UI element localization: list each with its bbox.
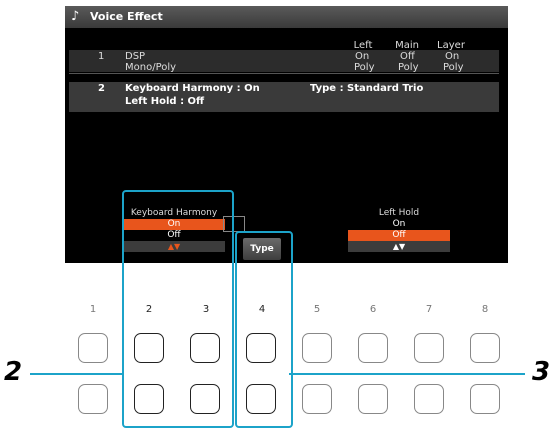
button-8-lower[interactable] [470, 384, 500, 414]
button-1-upper[interactable] [78, 333, 108, 363]
callout-line-right [289, 373, 525, 375]
button-number-2: 2 [145, 304, 153, 315]
dsp-layer: On [445, 51, 460, 62]
dsp-left: On [355, 51, 370, 62]
mono-layer: Poly [443, 62, 464, 73]
callout-number-left: 2 [4, 357, 23, 387]
button-4-upper[interactable] [246, 333, 276, 363]
button-5-lower[interactable] [302, 384, 332, 414]
button-7-lower[interactable] [414, 384, 444, 414]
row2-number: 2 [98, 83, 105, 94]
callout-line-left [30, 373, 124, 375]
button-number-8: 8 [481, 304, 489, 315]
button-2-upper[interactable] [134, 333, 164, 363]
voice-effect-icon: ♪ [71, 9, 80, 24]
dsp-label: DSP [125, 51, 146, 62]
button-8-upper[interactable] [470, 333, 500, 363]
title-bar: ♪ Voice Effect [65, 6, 508, 28]
dsp-main: Off [400, 51, 415, 62]
mono-poly-label: Mono/Poly [125, 62, 177, 73]
button-3-lower[interactable] [190, 384, 220, 414]
callout-number-right: 3 [532, 357, 551, 387]
button-2-lower[interactable] [134, 384, 164, 414]
button-4-lower[interactable] [246, 384, 276, 414]
left-hold-status: Left Hold : Off [125, 96, 205, 107]
divider [69, 73, 499, 74]
row1-number: 1 [98, 51, 105, 62]
button-number-7: 7 [425, 304, 433, 315]
button-7-upper[interactable] [414, 333, 444, 363]
button-number-5: 5 [313, 304, 321, 315]
button-6-lower[interactable] [358, 384, 388, 414]
button-number-6: 6 [369, 304, 377, 315]
lh-option-on[interactable]: On [348, 219, 450, 230]
left-hold-label: Left Hold [378, 208, 420, 218]
left-hold-selector[interactable]: Left Hold On Off ▲▼ [348, 207, 450, 263]
button-number-4: 4 [258, 304, 266, 315]
mono-left: Poly [354, 62, 375, 73]
button-number-1: 1 [89, 304, 97, 315]
page-title: Voice Effect [90, 10, 163, 23]
button-1-lower[interactable] [78, 384, 108, 414]
button-6-upper[interactable] [358, 333, 388, 363]
button-5-upper[interactable] [302, 333, 332, 363]
button-3-upper[interactable] [190, 333, 220, 363]
mono-main: Poly [398, 62, 419, 73]
keyboard-harmony-status: Keyboard Harmony : On [125, 83, 260, 94]
lh-arrows-icon: ▲▼ [348, 241, 450, 252]
harmony-type-status: Type : Standard Trio [310, 83, 424, 94]
lh-option-off[interactable]: Off [348, 230, 450, 241]
button-number-3: 3 [202, 304, 210, 315]
